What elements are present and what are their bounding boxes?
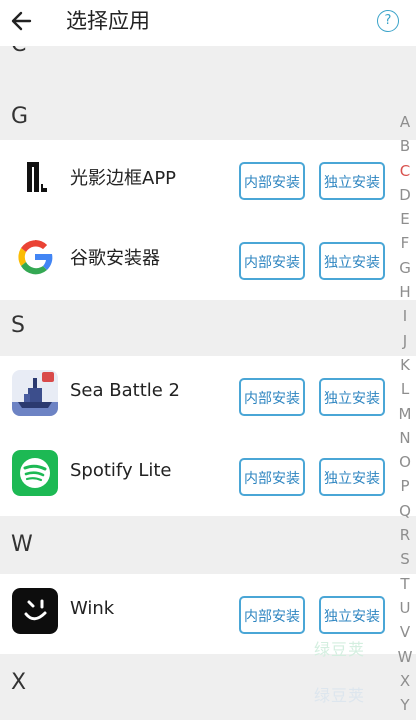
index-letter-w[interactable]: W xyxy=(394,645,416,669)
index-letter-d[interactable]: D xyxy=(394,183,416,207)
internal-install-button[interactable]: 内部安装 xyxy=(239,596,305,634)
light-frame-icon xyxy=(12,154,58,200)
index-letter-f[interactable]: F xyxy=(394,231,416,255)
index-letter-l[interactable]: L xyxy=(394,377,416,401)
internal-install-button[interactable]: 内部安装 xyxy=(239,242,305,280)
independent-install-button[interactable]: 独立安装 xyxy=(319,458,385,496)
list-item[interactable]: 光影边框APP 内部安装 独立安装 xyxy=(0,140,416,220)
index-letter-s[interactable]: S xyxy=(394,547,416,571)
index-letter-a[interactable]: A xyxy=(394,110,416,134)
section-header-s: S xyxy=(0,300,416,356)
index-letter-p[interactable]: P xyxy=(394,474,416,498)
section-letter: X xyxy=(11,670,27,695)
alphabet-index[interactable]: ABCDEFGHIJKLMNOPQRSTUVWXY xyxy=(394,110,416,717)
index-letter-e[interactable]: E xyxy=(394,207,416,231)
section-header-g: G xyxy=(0,56,416,140)
index-letter-y[interactable]: Y xyxy=(394,693,416,717)
index-letter-j[interactable]: J xyxy=(394,329,416,353)
index-letter-h[interactable]: H xyxy=(394,280,416,304)
app-name: Sea Battle 2 xyxy=(70,380,180,401)
internal-install-button[interactable]: 内部安装 xyxy=(239,378,305,416)
google-g-icon xyxy=(12,234,58,280)
app-bar: 选择应用 ? xyxy=(0,0,416,46)
spotify-icon xyxy=(12,450,58,496)
index-letter-m[interactable]: M xyxy=(394,402,416,426)
app-list[interactable]: C G 光影边框APP 内部安装 独立安装 xyxy=(0,46,416,720)
index-letter-r[interactable]: R xyxy=(394,523,416,547)
section-letter: G xyxy=(11,104,29,129)
index-letter-n[interactable]: N xyxy=(394,426,416,450)
independent-install-button[interactable]: 独立安装 xyxy=(319,242,385,280)
index-letter-v[interactable]: V xyxy=(394,620,416,644)
watermark-text: 绿豆荚 xyxy=(314,640,366,659)
index-letter-x[interactable]: X xyxy=(394,669,416,693)
index-letter-c[interactable]: C xyxy=(394,159,416,183)
page-title: 选择应用 xyxy=(66,9,150,33)
section-letter: W xyxy=(11,532,33,557)
battleship-icon xyxy=(12,370,58,416)
wink-icon xyxy=(12,588,58,634)
app-name: 谷歌安装器 xyxy=(70,248,160,269)
section-letter: S xyxy=(11,313,25,338)
independent-install-button[interactable]: 独立安装 xyxy=(319,596,385,634)
index-letter-t[interactable]: T xyxy=(394,572,416,596)
watermark-text: 绿豆荚 xyxy=(314,686,366,705)
index-letter-o[interactable]: O xyxy=(394,450,416,474)
back-arrow-icon[interactable] xyxy=(8,6,36,36)
index-letter-q[interactable]: Q xyxy=(394,499,416,523)
section-header-c: C xyxy=(0,46,416,57)
app-name: Spotify Lite xyxy=(70,460,172,481)
list-item[interactable]: Sea Battle 2 内部安装 独立安装 xyxy=(0,356,416,436)
app-name: 光影边框APP xyxy=(70,168,177,189)
help-icon[interactable]: ? xyxy=(377,10,399,32)
section-header-w: W xyxy=(0,516,416,574)
independent-install-button[interactable]: 独立安装 xyxy=(319,378,385,416)
app-name: Wink xyxy=(70,598,115,619)
index-letter-k[interactable]: K xyxy=(394,353,416,377)
list-item[interactable]: 谷歌安装器 内部安装 独立安装 xyxy=(0,220,416,300)
index-letter-g[interactable]: G xyxy=(394,256,416,280)
internal-install-button[interactable]: 内部安装 xyxy=(239,162,305,200)
index-letter-u[interactable]: U xyxy=(394,596,416,620)
internal-install-button[interactable]: 内部安装 xyxy=(239,458,305,496)
list-item[interactable]: Spotify Lite 内部安装 独立安装 xyxy=(0,436,416,516)
index-letter-b[interactable]: B xyxy=(394,134,416,158)
independent-install-button[interactable]: 独立安装 xyxy=(319,162,385,200)
index-letter-i[interactable]: I xyxy=(394,304,416,328)
